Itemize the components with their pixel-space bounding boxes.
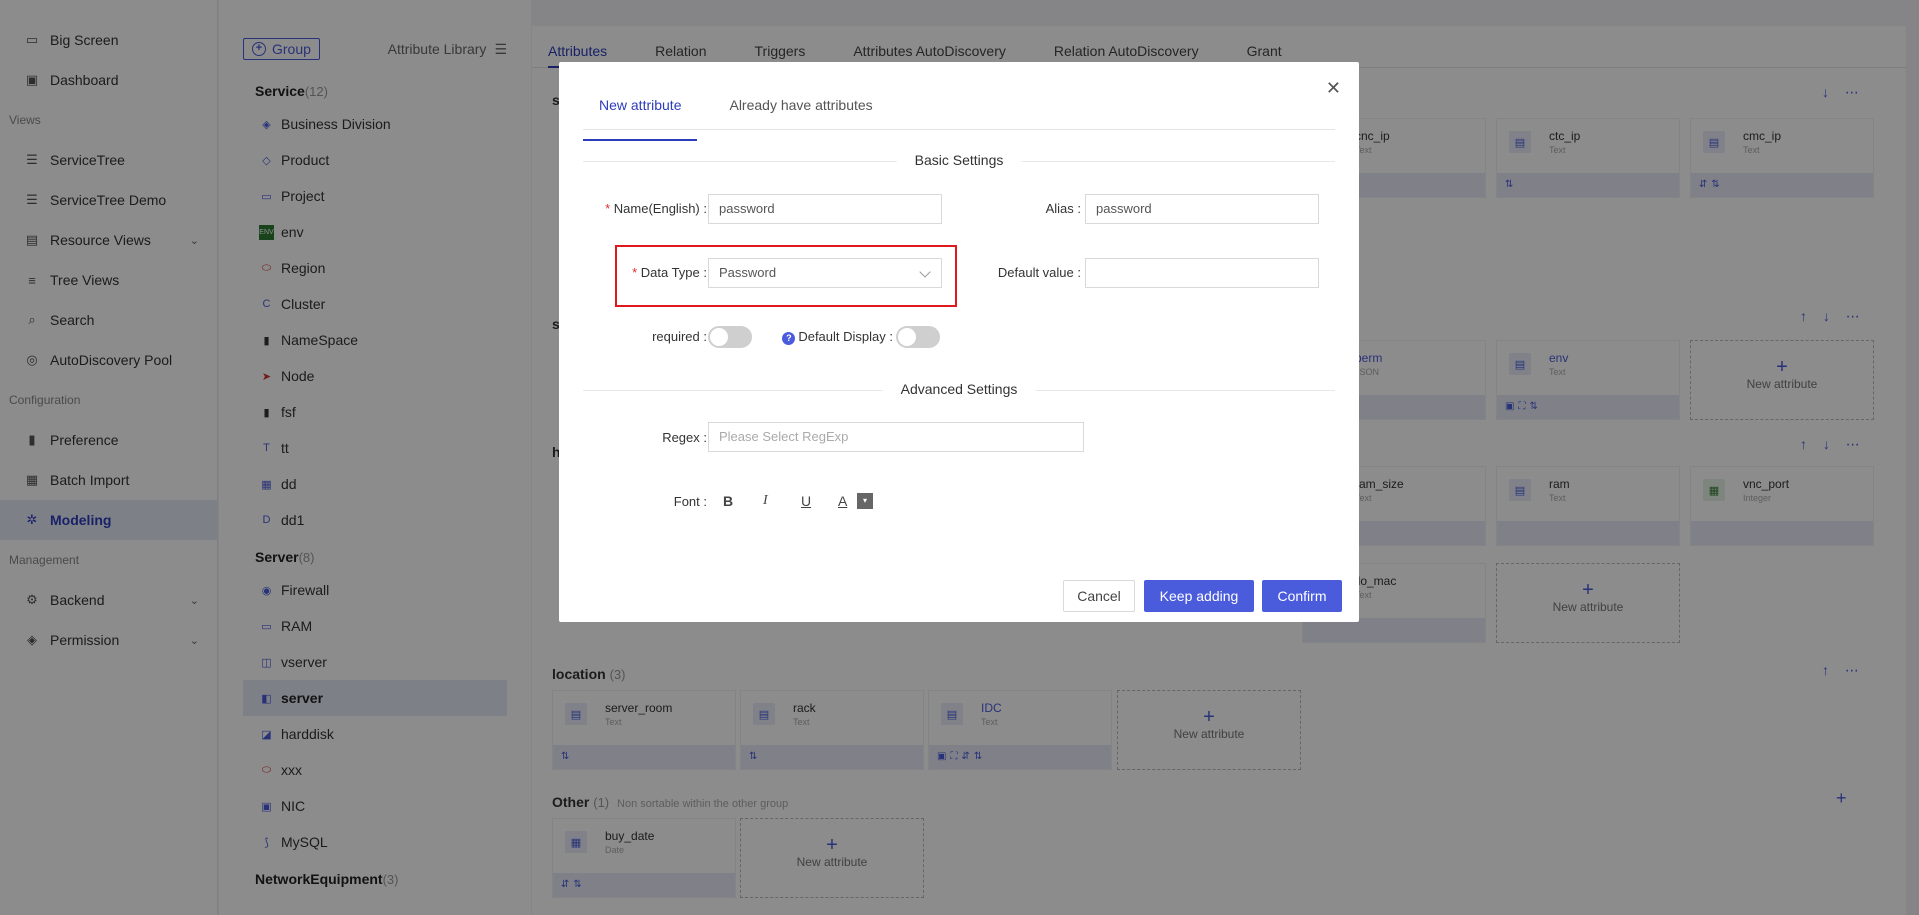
required-toggle[interactable] [708, 326, 752, 348]
default-value-label: Default value : [997, 265, 1081, 280]
required-label-text: required [652, 329, 700, 344]
alias-label: Alias : [1045, 201, 1081, 216]
name-input[interactable]: password [708, 194, 942, 224]
underline-icon[interactable]: U [801, 493, 811, 509]
dialog-tabs: New attribute Already have attributes [583, 92, 1335, 141]
advanced-settings-divider: Advanced Settings [583, 381, 1335, 397]
confirm-button[interactable]: Confirm [1262, 580, 1342, 612]
regex-label: Regex : [662, 430, 707, 445]
tab-new-attribute[interactable]: New attribute [583, 92, 698, 141]
italic-icon[interactable]: I [763, 493, 768, 509]
keep-adding-button[interactable]: Keep adding [1144, 580, 1254, 612]
font-color-icon[interactable]: A [838, 493, 847, 509]
default-value-label-text: Default value [997, 265, 1074, 280]
new-attribute-dialog: ✕ New attribute Already have attributes … [559, 62, 1359, 622]
name-label-text: Name(English) [613, 201, 700, 216]
font-label: Font : [673, 494, 707, 509]
alias-label-text: Alias [1045, 201, 1074, 216]
basic-settings-divider: Basic Settings [583, 152, 1335, 168]
default-display-toggle[interactable] [896, 326, 940, 348]
default-value-input[interactable] [1085, 258, 1319, 288]
tab-existing-attributes[interactable]: Already have attributes [713, 92, 888, 129]
default-display-label: ? Default Display : [769, 329, 893, 345]
data-type-highlight-box [615, 245, 957, 307]
bold-icon[interactable]: B [723, 493, 733, 509]
font-label-text: Font [673, 494, 700, 509]
basic-settings-label: Basic Settings [896, 152, 1022, 168]
name-label: * Name(English) : [605, 201, 707, 216]
regex-select[interactable]: Please Select RegExp [708, 422, 1084, 452]
required-asterisk: * [605, 201, 614, 216]
advanced-settings-label: Advanced Settings [882, 381, 1036, 397]
alias-input[interactable]: password [1085, 194, 1319, 224]
cancel-button[interactable]: Cancel [1063, 580, 1135, 612]
default-display-label-text: Default Display [798, 329, 886, 344]
help-icon[interactable]: ? [782, 332, 796, 345]
regex-label-text: Regex [662, 430, 700, 445]
required-label: required : [652, 329, 707, 344]
color-picker-icon[interactable]: ▾ [857, 493, 873, 509]
